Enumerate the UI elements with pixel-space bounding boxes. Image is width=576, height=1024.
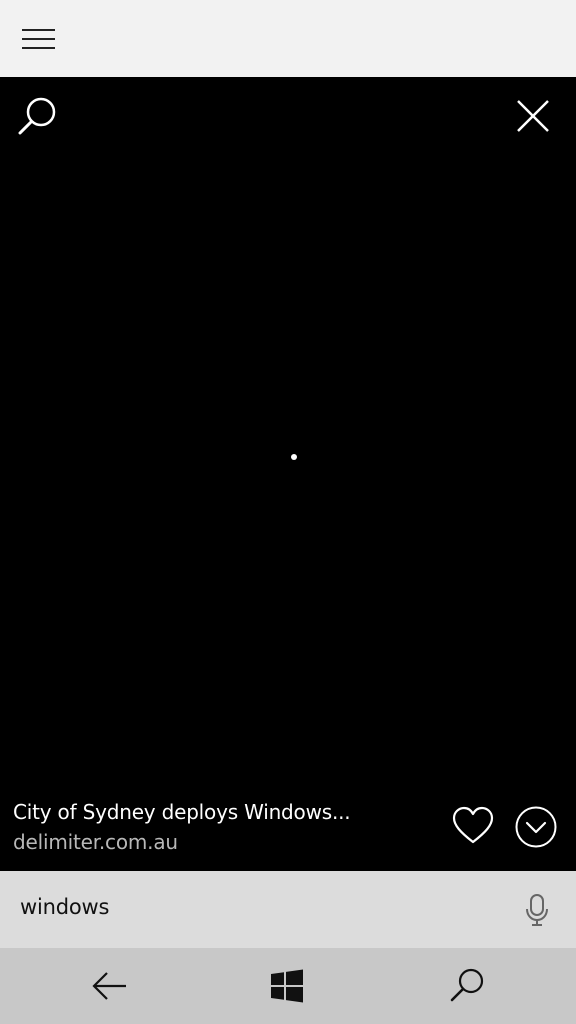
windows-logo-icon[interactable] [270, 969, 304, 1003]
hamburger-menu-icon[interactable] [18, 22, 60, 56]
search-bar[interactable]: windows [0, 871, 576, 948]
app-top-bar [0, 0, 576, 77]
navigation-bar [0, 948, 576, 1024]
image-viewer: City of Sydney deploys Windows... delimi… [0, 77, 576, 871]
search-icon[interactable] [14, 93, 60, 139]
article-source[interactable]: delimiter.com.au [13, 830, 433, 854]
search-input[interactable]: windows [20, 895, 109, 919]
close-icon[interactable] [512, 95, 554, 137]
article-title[interactable]: City of Sydney deploys Windows... [13, 800, 433, 824]
search-icon[interactable] [447, 965, 487, 1005]
microphone-icon[interactable] [524, 893, 550, 927]
chevron-down-circle-icon[interactable] [514, 805, 558, 849]
loading-indicator [291, 454, 297, 460]
back-arrow-icon[interactable] [88, 966, 130, 1006]
heart-icon[interactable] [450, 805, 496, 847]
